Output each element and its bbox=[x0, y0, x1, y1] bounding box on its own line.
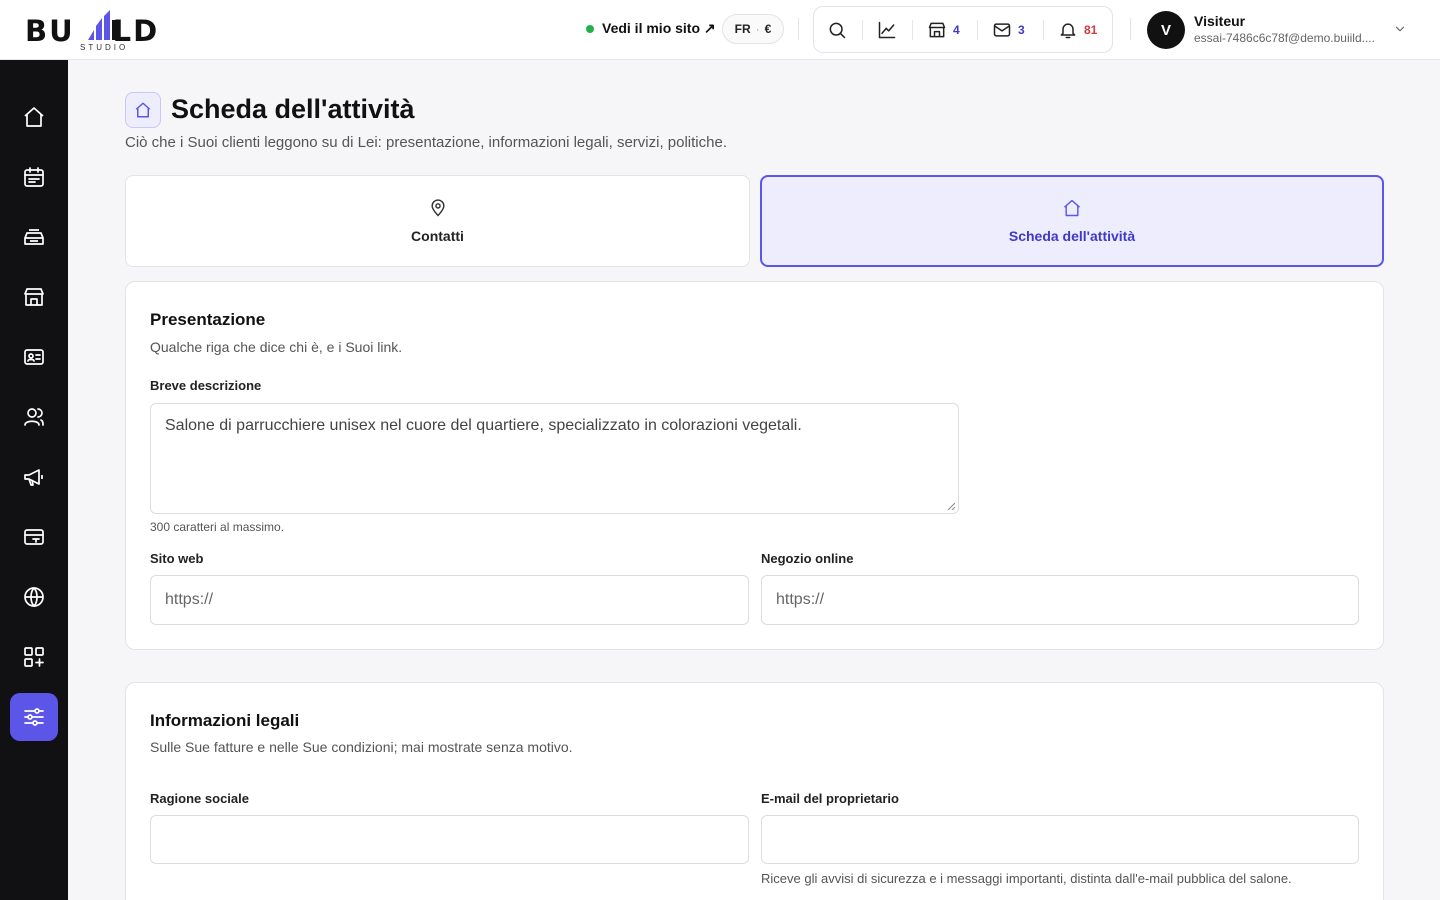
online-shop-value: https:// bbox=[776, 591, 825, 608]
page-subtitle: Ciò che i Suoi clienti leggono su di Lei… bbox=[125, 134, 727, 151]
website-label: Sito web bbox=[150, 551, 204, 566]
users-icon bbox=[24, 408, 44, 426]
card-icon bbox=[24, 529, 44, 545]
mail-icon bbox=[993, 23, 1011, 37]
company-name-label: Ragione sociale bbox=[150, 791, 249, 806]
sidebar bbox=[0, 60, 68, 900]
view-site-link[interactable]: Vedi il mio sito ↗ bbox=[586, 20, 716, 37]
legal-info-card: Informazioni legali Sulle Sue fatture e … bbox=[125, 682, 1384, 900]
owner-email-hint: Riceve gli avvisi di sicurezza e i messa… bbox=[761, 871, 1292, 886]
sidebar-item-store[interactable] bbox=[10, 273, 58, 321]
description-textarea[interactable]: Salone di parrucchiere unisex nel cuore … bbox=[150, 403, 959, 514]
toolbar-icon-group: 4 3 81 bbox=[813, 6, 1113, 53]
presentation-subtitle: Qualche riga che dice chi è, e i Suoi li… bbox=[150, 339, 403, 355]
avatar: V bbox=[1147, 11, 1185, 49]
user-menu[interactable]: V Visiteur essai-7486c6c78f@demo.buiild.… bbox=[1147, 11, 1417, 49]
messages-button[interactable]: 3 bbox=[992, 19, 1025, 41]
currency-symbol: € bbox=[764, 22, 772, 36]
divider bbox=[798, 18, 799, 40]
company-name-input[interactable] bbox=[150, 815, 749, 864]
chevron-down-icon bbox=[1395, 26, 1405, 32]
stores-button[interactable]: 4 bbox=[927, 19, 960, 41]
tab-business-profile-label: Scheda dell'attività bbox=[1008, 228, 1136, 244]
store-icon bbox=[24, 288, 44, 306]
presentation-card: Presentazione Qualche riga che dice chi … bbox=[125, 281, 1384, 650]
sidebar-item-marketing[interactable] bbox=[10, 453, 58, 501]
sidebar-item-settings[interactable] bbox=[10, 693, 58, 741]
bell-icon bbox=[1060, 23, 1076, 39]
divider bbox=[862, 20, 863, 40]
sidebar-item-payments[interactable] bbox=[10, 513, 58, 561]
divider bbox=[912, 20, 913, 40]
divider bbox=[977, 20, 978, 40]
sidebar-item-apps[interactable] bbox=[10, 633, 58, 681]
sidebar-item-contacts-card[interactable] bbox=[10, 333, 58, 381]
view-site-label: Vedi il mio sito ↗ bbox=[602, 20, 716, 36]
logo-bars-icon bbox=[88, 10, 118, 40]
website-value: https:// bbox=[165, 591, 214, 608]
website-input[interactable]: https:// bbox=[150, 575, 749, 625]
presentation-title: Presentazione bbox=[150, 310, 266, 329]
description-label: Breve descrizione bbox=[150, 378, 262, 393]
page-title: Scheda dell'attività bbox=[171, 94, 415, 124]
tab-contacts[interactable]: Contatti bbox=[125, 175, 750, 267]
sidebar-item-home[interactable] bbox=[10, 93, 58, 141]
logo-subtitle: STUDIO bbox=[80, 43, 129, 52]
search-icon bbox=[829, 22, 846, 39]
analytics-button[interactable] bbox=[877, 19, 897, 41]
resize-handle-icon[interactable] bbox=[947, 502, 955, 510]
contact-card-icon bbox=[24, 349, 44, 365]
globe-icon bbox=[24, 587, 44, 608]
apps-icon bbox=[24, 647, 44, 667]
separator-dot: · bbox=[755, 22, 760, 36]
divider bbox=[1043, 20, 1044, 40]
language-code: FR bbox=[734, 22, 751, 36]
sidebar-item-inbox[interactable] bbox=[10, 213, 58, 261]
user-email: essai-7486c6c78f@demo.buiild.... bbox=[1194, 31, 1375, 45]
tab-business-profile[interactable]: Scheda dell'attività bbox=[760, 175, 1384, 267]
online-shop-label: Negozio online bbox=[761, 551, 854, 566]
description-hint: 300 caratteri al massimo. bbox=[150, 520, 285, 534]
user-name: Visiteur bbox=[1194, 13, 1246, 29]
notifications-button[interactable]: 81 bbox=[1058, 19, 1097, 41]
language-currency-selector[interactable]: FR · € bbox=[722, 14, 784, 44]
messages-count: 3 bbox=[1018, 23, 1025, 37]
divider bbox=[1130, 18, 1131, 40]
sidebar-item-clients[interactable] bbox=[10, 393, 58, 441]
top-bar: BULD STUDIO Vedi il mio sito ↗ FR · € 4 bbox=[0, 0, 1440, 60]
legal-subtitle: Sulle Sue fatture e nelle Sue condizioni… bbox=[150, 739, 573, 755]
home-icon bbox=[24, 107, 44, 127]
home-icon bbox=[135, 102, 151, 118]
sidebar-item-website[interactable] bbox=[10, 573, 58, 621]
owner-email-input[interactable] bbox=[761, 815, 1359, 864]
chart-line-icon bbox=[878, 21, 896, 39]
inbox-icon bbox=[24, 229, 44, 245]
megaphone-icon bbox=[24, 469, 43, 486]
sidebar-item-calendar[interactable] bbox=[10, 153, 58, 201]
tab-contacts-label: Contatti bbox=[411, 228, 464, 244]
stores-count: 4 bbox=[953, 23, 960, 37]
notifications-count: 81 bbox=[1084, 23, 1098, 37]
legal-title: Informazioni legali bbox=[150, 711, 300, 730]
page-header-icon bbox=[125, 92, 161, 128]
description-text: Salone di parrucchiere unisex nel cuore … bbox=[165, 417, 802, 434]
settings-sliders-icon bbox=[24, 708, 44, 726]
owner-email-label: E-mail del proprietario bbox=[761, 791, 899, 806]
calendar-icon bbox=[24, 167, 44, 187]
online-status-dot bbox=[586, 24, 594, 33]
map-pin-icon bbox=[430, 199, 445, 217]
online-shop-input[interactable]: https:// bbox=[761, 575, 1359, 625]
store-icon bbox=[928, 22, 946, 38]
search-button[interactable] bbox=[827, 19, 847, 41]
brand-logo[interactable]: BU LD STUDIO bbox=[25, 8, 185, 54]
home-icon bbox=[1064, 199, 1080, 217]
